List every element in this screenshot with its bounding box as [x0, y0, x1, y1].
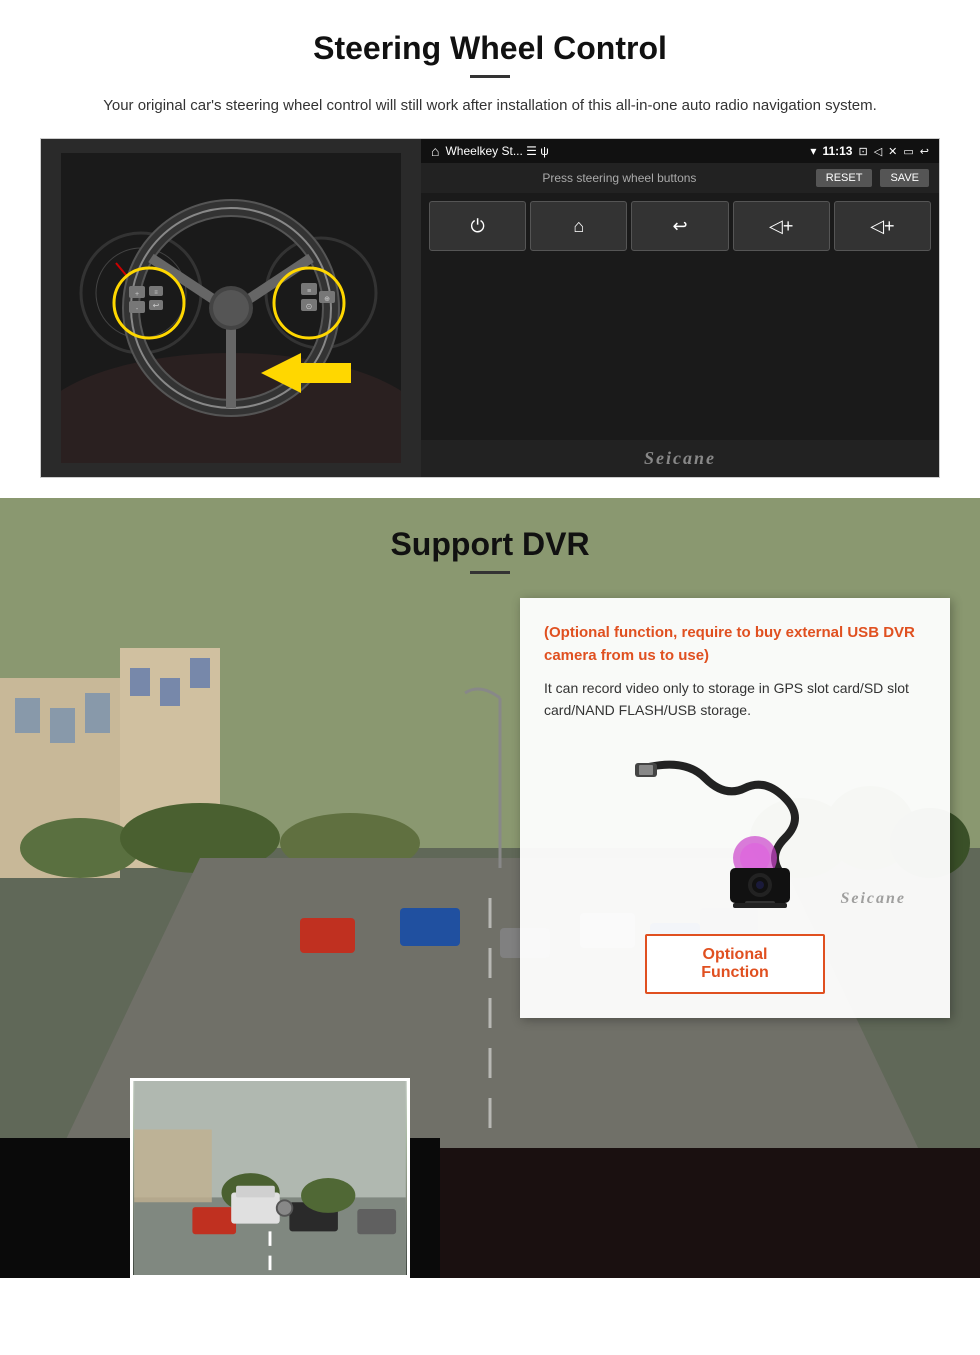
steering-content-area: + - ≡ ↩ ≡ ⊙ ⊕: [40, 138, 940, 478]
dvr-desc: It can record video only to storage in G…: [544, 677, 926, 722]
home-icon: ⌂: [573, 216, 584, 237]
wk-vol-up-cell[interactable]: ◁+: [834, 201, 931, 251]
android-panel: ⌂ Wheelkey St... ☰ ψ ▾ 11:13 ⊡ ◁ ✕ ▭ ↩ P…: [421, 139, 939, 477]
steering-title: Steering Wheel Control: [40, 30, 940, 67]
statusbar-back-icon: ↩: [920, 145, 929, 158]
dvr-section: Support DVR: [0, 498, 980, 1278]
wk-power-cell[interactable]: ⏻: [429, 201, 526, 251]
statusbar-cam-icon: ⊡: [858, 145, 867, 158]
wheelkey-row: Press steering wheel buttons RESET SAVE: [421, 163, 939, 193]
steering-wheel-svg: + - ≡ ↩ ≡ ⊙ ⊕: [61, 153, 401, 463]
seicane-watermark: Seicane: [840, 890, 906, 908]
seicane-bar-steering: Seicane: [421, 440, 939, 477]
steering-divider: [470, 75, 510, 78]
back-icon: ↩: [672, 216, 687, 237]
dvr-info-card: (Optional function, require to buy exter…: [520, 598, 950, 1018]
dvr-camera-svg: [625, 748, 845, 908]
reset-button[interactable]: RESET: [816, 169, 873, 187]
statusbar-time: 11:13: [822, 144, 852, 158]
android-statusbar: ⌂ Wheelkey St... ☰ ψ ▾ 11:13 ⊡ ◁ ✕ ▭ ↩: [421, 139, 939, 163]
steering-section: Steering Wheel Control Your original car…: [0, 0, 980, 498]
wk-vol-down-cell[interactable]: ◁+: [733, 201, 830, 251]
dvr-thumbnail-scene: [133, 1081, 407, 1275]
optional-function-button[interactable]: Optional Function: [645, 934, 825, 994]
statusbar-wifi-icon: ▾: [810, 144, 816, 158]
statusbar-vol-icon: ◁: [874, 145, 882, 158]
home-statusbar-icon: ⌂: [431, 143, 439, 159]
svg-text:⊕: ⊕: [324, 296, 330, 303]
svg-text:↩: ↩: [153, 301, 160, 310]
svg-text:≡: ≡: [154, 290, 158, 296]
vol-up-icon: ◁+: [870, 216, 894, 237]
statusbar-rect-icon: ▭: [903, 145, 913, 158]
statusbar-icons: ⊡ ◁ ✕ ▭ ↩: [858, 145, 929, 158]
dvr-title-area: Support DVR: [0, 498, 980, 586]
vol-down-icon: ◁+: [769, 216, 793, 237]
statusbar-x-icon: ✕: [888, 145, 897, 158]
dvr-thumbnail-inner: [133, 1081, 407, 1275]
steering-photo: + - ≡ ↩ ≡ ⊙ ⊕: [41, 139, 421, 477]
svg-text:+: +: [135, 291, 139, 298]
statusbar-app-name: Wheelkey St... ☰ ψ: [445, 144, 804, 158]
dvr-divider: [470, 571, 510, 574]
wk-back-cell[interactable]: ↩: [631, 201, 728, 251]
dvr-thumbnail: [130, 1078, 410, 1278]
dvr-title: Support DVR: [0, 526, 980, 563]
dvr-optional-note: (Optional function, require to buy exter…: [544, 622, 926, 667]
steering-subtitle: Your original car's steering wheel contr…: [40, 94, 940, 118]
press-label: Press steering wheel buttons: [431, 171, 808, 185]
svg-text:≡: ≡: [307, 288, 311, 295]
save-button[interactable]: SAVE: [880, 169, 929, 187]
dvr-camera-area: Seicane: [544, 738, 926, 918]
wheelkey-buttons-grid: ⏻ ⌂ ↩ ◁+ ◁+: [421, 193, 939, 259]
wk-home-cell[interactable]: ⌂: [530, 201, 627, 251]
seicane-brand-steering: Seicane: [644, 448, 716, 468]
svg-text:⊙: ⊙: [306, 302, 313, 311]
power-icon: ⏻: [470, 216, 484, 237]
